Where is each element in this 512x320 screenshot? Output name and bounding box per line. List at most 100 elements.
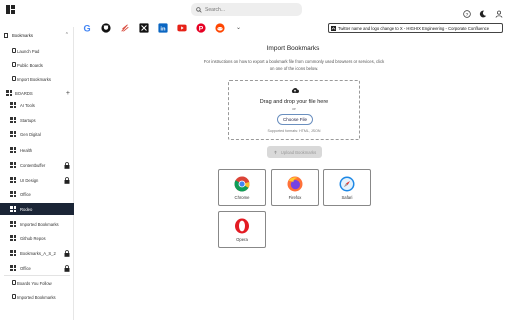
reddit-icon[interactable] bbox=[213, 21, 226, 34]
browser-card-chrome[interactable]: Chrome bbox=[218, 169, 266, 206]
board-grid-icon bbox=[10, 206, 16, 212]
launch-pad-icon bbox=[12, 48, 16, 53]
board-grid-icon bbox=[10, 235, 16, 241]
sidebar-item-label: UI Design bbox=[20, 177, 39, 183]
sidebar-item-label: Public Boards bbox=[17, 62, 43, 68]
sidebar-item-board-active[interactable]: Rodeo bbox=[0, 203, 74, 215]
x-icon[interactable] bbox=[137, 21, 150, 34]
upload-bookmarks-button[interactable]: Upload Bookmarks bbox=[267, 146, 322, 158]
sidebar-item-board[interactable]: AI Tools bbox=[0, 99, 74, 111]
github-icon[interactable] bbox=[99, 21, 112, 34]
current-tab-chip[interactable]: Twitter name and logo change to X - HIGH… bbox=[328, 23, 503, 33]
youtube-icon[interactable] bbox=[175, 21, 188, 34]
opera-icon bbox=[235, 218, 249, 234]
chrome-icon bbox=[234, 176, 250, 192]
sidebar-item-board[interactable]: Contentbuffer bbox=[0, 159, 74, 171]
dropzone-title: Drag and drop your file here bbox=[259, 99, 329, 105]
sidebar-item-label: Gen Digital bbox=[20, 131, 41, 137]
google-icon[interactable]: G bbox=[80, 21, 93, 34]
board-grid-icon bbox=[10, 147, 16, 153]
board-grid-icon bbox=[10, 117, 16, 123]
lock-icon bbox=[64, 250, 70, 257]
chevron-down-icon[interactable]: ⌄ bbox=[232, 21, 245, 34]
sidebar-item-public-boards[interactable]: Public Boards bbox=[0, 59, 74, 71]
imported-bookmarks-icon bbox=[12, 294, 16, 299]
avatar[interactable] bbox=[495, 5, 503, 18]
confluence-icon bbox=[331, 26, 336, 31]
sidebar-item-board[interactable]: UI Design bbox=[0, 174, 74, 186]
board-grid-icon bbox=[10, 162, 16, 168]
sidebar-item-boards-you-follow[interactable]: Boards You Follow bbox=[0, 277, 74, 289]
page-title: Import Bookmarks bbox=[266, 45, 320, 52]
browser-name: Firefox bbox=[288, 195, 302, 200]
board-grid-icon bbox=[10, 221, 16, 227]
upload-bookmarks-label: Upload Bookmarks bbox=[280, 149, 317, 155]
browser-card-opera[interactable]: Opera bbox=[218, 211, 266, 248]
pinterest-icon[interactable]: P bbox=[194, 21, 207, 34]
sidebar-item-label: Office bbox=[20, 265, 31, 271]
browser-name: Opera bbox=[236, 237, 248, 242]
bookmarks-section-header[interactable]: Bookmarks ⌃ bbox=[4, 30, 74, 40]
current-tab-label: Twitter name and logo change to X - HIGH… bbox=[338, 25, 490, 31]
sidebar-item-label: Imported Bookmarks bbox=[17, 294, 56, 300]
safari-icon bbox=[339, 176, 355, 192]
lock-icon bbox=[64, 177, 70, 184]
board-grid-icon bbox=[10, 265, 16, 271]
cloud-upload-icon bbox=[291, 88, 299, 94]
add-board-icon[interactable]: + bbox=[66, 90, 70, 97]
sidebar-item-board[interactable]: Office bbox=[0, 188, 74, 200]
sidebar-item-board[interactable]: Startups bbox=[0, 114, 74, 126]
file-dropzone[interactable]: Drag and drop your file here or Choose F… bbox=[228, 80, 360, 140]
boards-grid-icon bbox=[6, 90, 12, 96]
sidebar-item-launch-pad[interactable]: Launch Pad bbox=[0, 45, 74, 57]
upload-icon bbox=[273, 150, 277, 154]
sidebar-item-board[interactable]: Office bbox=[0, 262, 74, 274]
svg-text:G: G bbox=[83, 23, 90, 33]
linkedin-icon[interactable]: in bbox=[156, 21, 169, 34]
sidebar-item-import-bookmarks[interactable]: Import Bookmarks bbox=[0, 73, 74, 85]
sidebar-item-label: Imported Bookmarks bbox=[20, 221, 59, 227]
sidebar-item-label: AI Tools bbox=[20, 102, 35, 108]
board-grid-icon bbox=[10, 177, 16, 183]
sidebar-item-label: Github Repos bbox=[20, 235, 46, 241]
sidebar-item-board[interactable]: Gen Digital bbox=[0, 128, 74, 140]
boards-header-label: BOARDS bbox=[15, 90, 33, 96]
lock-icon bbox=[64, 162, 70, 169]
sidebar-item-label: Import Bookmarks bbox=[17, 76, 51, 82]
svg-text:P: P bbox=[198, 25, 203, 32]
sidebar-item-label: Health bbox=[20, 147, 33, 153]
sidebar-item-label: Office bbox=[20, 191, 31, 197]
search-box[interactable] bbox=[191, 3, 302, 16]
sidebar-item-label: Startups bbox=[20, 117, 36, 123]
chevron-up-icon[interactable]: ⌃ bbox=[65, 32, 69, 38]
board-grid-icon bbox=[10, 102, 16, 108]
board-grid-icon bbox=[10, 250, 16, 256]
supported-formats: Supported formats: HTML, JSON bbox=[267, 129, 321, 133]
firefox-icon bbox=[287, 176, 303, 192]
sidebar-item-label: Boards You Follow bbox=[17, 280, 52, 286]
sidebar: Bookmarks ⌃ Launch Pad Public Boards Imp… bbox=[0, 27, 74, 320]
app-logo-icon[interactable] bbox=[6, 5, 15, 14]
help-icon[interactable]: ? bbox=[463, 5, 471, 18]
bookmarks-header-label: Bookmarks bbox=[12, 32, 33, 38]
board-grid-icon bbox=[10, 191, 16, 197]
leaf-icon[interactable] bbox=[118, 21, 131, 34]
quick-links-bar: G in P ⌄ Twitter name and logo change to… bbox=[78, 18, 512, 38]
sidebar-divider bbox=[4, 275, 70, 276]
sidebar-item-board[interactable]: Bookmarks_A_S_2 bbox=[0, 247, 74, 259]
import-bookmarks-icon bbox=[12, 76, 16, 81]
search-input[interactable] bbox=[205, 6, 295, 13]
dark-mode-icon[interactable] bbox=[479, 5, 487, 18]
browser-name: Chrome bbox=[234, 195, 250, 200]
sidebar-item-board[interactable]: Imported Bookmarks bbox=[0, 218, 74, 230]
browser-card-safari[interactable]: Safari bbox=[323, 169, 371, 206]
choose-file-button[interactable]: Choose File bbox=[277, 114, 313, 125]
sidebar-item-board[interactable]: Github Repos bbox=[0, 232, 74, 244]
board-grid-icon bbox=[10, 131, 16, 137]
page-description: For instructions on how to export a book… bbox=[203, 59, 385, 71]
svg-text:in: in bbox=[160, 26, 166, 32]
browser-card-firefox[interactable]: Firefox bbox=[271, 169, 319, 206]
svg-text:?: ? bbox=[466, 12, 469, 18]
sidebar-item-board[interactable]: Health bbox=[0, 144, 74, 156]
sidebar-item-imported-bookmarks[interactable]: Imported Bookmarks bbox=[0, 291, 74, 303]
